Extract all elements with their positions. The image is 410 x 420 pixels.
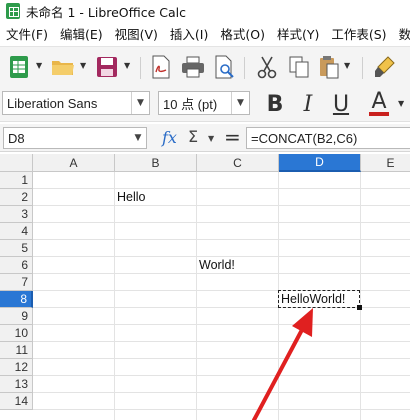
- font-size-combo[interactable]: 10 点 (pt) ▼: [158, 91, 250, 115]
- annotation-arrow: [252, 308, 313, 420]
- menu-styles[interactable]: 样式(Y): [271, 24, 325, 43]
- toolbar-separator: [244, 57, 245, 79]
- font-color-swatch: [369, 112, 389, 116]
- menu-view[interactable]: 视图(V): [109, 24, 164, 43]
- paste-icon[interactable]: [316, 53, 342, 81]
- print-icon[interactable]: [180, 53, 206, 81]
- underline-button[interactable]: U: [328, 90, 354, 118]
- clone-formatting-icon[interactable]: [372, 53, 398, 81]
- formula-icon[interactable]: =: [224, 125, 241, 149]
- standard-toolbar: ▼ ▼ ▼ ▼: [0, 46, 410, 86]
- export-pdf-icon[interactable]: [148, 53, 174, 81]
- toolbar-separator: [140, 57, 141, 79]
- font-size-value: 10 点 (pt): [163, 96, 218, 112]
- font-name-combo[interactable]: Liberation Sans ▼: [2, 91, 150, 115]
- calc-app-icon: [6, 3, 20, 19]
- save-icon[interactable]: [94, 53, 120, 81]
- paste-dropdown-icon[interactable]: ▼: [344, 61, 352, 71]
- font-color-button[interactable]: A: [366, 90, 392, 118]
- open-folder-icon[interactable]: [50, 53, 76, 81]
- new-dropdown-icon[interactable]: ▼: [36, 61, 44, 71]
- menu-data[interactable]: 数据(D): [393, 24, 410, 43]
- chevron-down-icon[interactable]: ▼: [130, 128, 146, 148]
- copy-icon[interactable]: [286, 53, 312, 81]
- chevron-down-icon[interactable]: ▼: [131, 92, 149, 114]
- font-name-value: Liberation Sans: [7, 95, 98, 111]
- new-spreadsheet-icon[interactable]: [6, 53, 32, 81]
- cut-icon[interactable]: [254, 53, 280, 81]
- spreadsheet-grid[interactable]: A B C D E 1 2 3 4 5 6 7 8 9 10 11 12 13 …: [0, 154, 410, 420]
- menu-sheet[interactable]: 工作表(S): [325, 24, 392, 43]
- print-preview-icon[interactable]: [212, 53, 238, 81]
- chevron-down-icon[interactable]: ▼: [231, 92, 249, 114]
- name-box-value: D8: [8, 130, 25, 146]
- open-dropdown-icon[interactable]: ▼: [80, 61, 88, 71]
- menu-edit[interactable]: 编辑(E): [54, 24, 109, 43]
- font-color-dropdown-icon[interactable]: ▼: [398, 99, 406, 109]
- formula-bar: D8 ▼ fx Σ ▼ = =CONCAT(B2,C6): [0, 124, 410, 152]
- save-dropdown-icon[interactable]: ▼: [124, 61, 132, 71]
- sum-dropdown-icon[interactable]: ▼: [208, 134, 214, 143]
- bold-button[interactable]: B: [262, 90, 288, 118]
- italic-button[interactable]: I: [296, 90, 320, 118]
- function-wizard-icon[interactable]: fx: [162, 128, 177, 147]
- menu-bar: 文件(F) 编辑(E) 视图(V) 插入(I) 格式(O) 样式(Y) 工作表(…: [0, 22, 410, 44]
- formatting-toolbar: Liberation Sans ▼ 10 点 (pt) ▼ B I U A ▼: [0, 86, 410, 122]
- name-box[interactable]: D8 ▼: [3, 127, 147, 149]
- toolbar-separator: [362, 57, 363, 79]
- title-bar: 未命名 1 - LibreOffice Calc: [0, 0, 410, 22]
- menu-format[interactable]: 格式(O): [214, 24, 271, 43]
- font-color-letter: A: [371, 89, 387, 114]
- formula-input[interactable]: =CONCAT(B2,C6): [246, 127, 410, 149]
- menu-file[interactable]: 文件(F): [0, 24, 54, 43]
- window-title: 未命名 1 - LibreOffice Calc: [26, 4, 187, 20]
- sum-icon[interactable]: Σ: [188, 127, 198, 146]
- menu-insert[interactable]: 插入(I): [164, 24, 214, 43]
